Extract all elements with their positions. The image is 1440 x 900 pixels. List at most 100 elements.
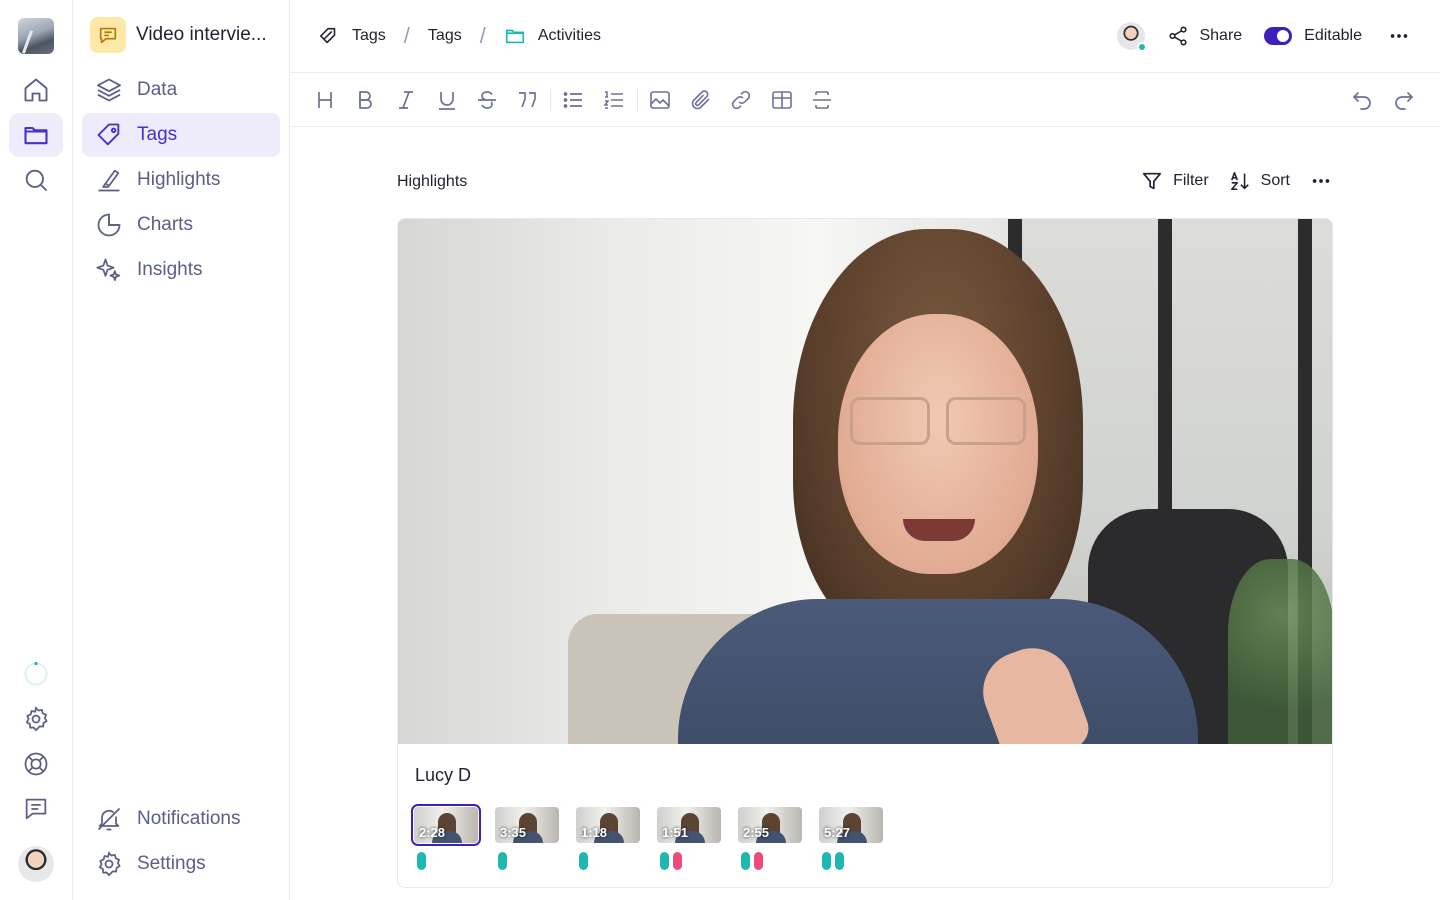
chat-icon[interactable] [9,787,63,831]
clip-thumbnail[interactable]: 1:51 [657,807,721,843]
sidebar-item-settings[interactable]: Settings [82,842,280,886]
tag-marker[interactable] [754,852,763,870]
online-status-dot [1137,42,1148,52]
share-icon [1169,26,1188,46]
share-label: Share [1199,27,1243,44]
speaker-glasses [850,397,1026,445]
clip-tags [819,852,883,870]
tag-marker[interactable] [579,852,588,870]
sort-label: Sort [1260,172,1290,189]
breadcrumb-label: Activities [537,27,601,44]
breadcrumb-separator: / [479,23,486,48]
bold-icon[interactable] [351,86,379,114]
project-header[interactable]: Video intervie... [90,17,267,53]
tag-marker[interactable] [498,852,507,870]
speaker-mouth [903,519,975,541]
share-button[interactable]: Share [1167,25,1242,47]
divider-icon[interactable] [808,86,836,114]
loading-spinner-icon [9,652,63,696]
tag-marker[interactable] [673,852,682,870]
sort-button[interactable]: Sort [1229,170,1290,192]
filter-button[interactable]: Filter [1141,170,1209,192]
sparkles-icon [96,258,121,281]
background-plant [1228,559,1332,744]
search-icon[interactable] [9,158,63,202]
lifebuoy-icon[interactable] [9,742,63,786]
tag-marker[interactable] [417,852,426,870]
quote-icon[interactable] [513,86,541,114]
clip-duration: 2:28 [419,825,446,840]
clip-thumbnail[interactable]: 5:27 [819,807,883,843]
italic-icon[interactable] [392,86,420,114]
image-icon[interactable] [646,86,674,114]
underline-icon[interactable] [433,86,461,114]
tag-marker[interactable] [822,852,831,870]
sidebar-item-label: Tags [137,124,178,145]
editor-toolbar [290,73,1440,127]
sidebar-item-label: Notifications [137,808,241,829]
table-icon[interactable] [768,86,796,114]
strikethrough-icon[interactable] [473,86,501,114]
sidebar-item-label: Highlights [137,169,221,190]
redo-icon[interactable] [1390,86,1418,114]
clip-duration: 1:18 [581,825,608,840]
sidebar-item-tags[interactable]: Tags [82,113,280,157]
user-avatar[interactable] [18,846,54,882]
clip-item[interactable]: 5:27 [819,807,883,870]
sidebar-item-insights[interactable]: Insights [82,248,280,292]
sidebar-item-data[interactable]: Data [82,68,280,112]
breadcrumb-item-activities[interactable]: Activities [504,25,601,47]
clip-item[interactable]: 2:55 [738,807,802,870]
attachment-icon[interactable] [687,86,715,114]
video-player[interactable] [398,219,1332,744]
section-more-button[interactable] [1310,170,1332,192]
folder-icon[interactable] [9,113,63,157]
clip-thumbnail[interactable]: 3:35 [495,807,559,843]
workspace-logo[interactable] [18,18,54,54]
more-horizontal-icon [1312,179,1330,183]
clip-item[interactable]: 1:51 [657,807,721,870]
gear-icon [98,851,121,877]
editable-toggle[interactable] [1264,27,1293,45]
breadcrumb-item-tags-root[interactable]: Tags [318,25,386,47]
message-icon [90,17,126,53]
heading-icon[interactable] [311,86,339,114]
clip-item[interactable]: 2:28 [411,804,481,870]
undo-icon[interactable] [1348,86,1376,114]
sort-icon [1230,171,1249,191]
breadcrumb: Tags / Tags / Activities [318,22,601,50]
sidebar-item-highlights[interactable]: Highlights [82,158,280,202]
clip-duration: 1:51 [662,825,689,840]
link-icon[interactable] [727,86,755,114]
clip-item[interactable]: 1:18 [576,807,640,870]
breadcrumb-label: Tags [427,27,462,44]
bullet-list-icon[interactable] [559,86,587,114]
breadcrumb-item-tags[interactable]: Tags [428,27,462,45]
breadcrumb-label: Tags [352,27,386,44]
clip-tags [576,852,640,870]
topbar: Tags / Tags / Activities Share Editable [290,0,1440,73]
home-icon[interactable] [9,68,63,112]
gear-icon[interactable] [9,697,63,741]
more-horizontal-icon [1390,34,1408,38]
sidebar-item-label: Insights [137,259,203,280]
clip-thumbnail[interactable]: 1:18 [576,807,640,843]
tag-marker[interactable] [660,852,669,870]
clip-thumbnail[interactable]: 2:55 [738,807,802,843]
toolbar-divider [550,89,551,111]
numbered-list-icon[interactable] [600,86,628,114]
sidebar-item-charts[interactable]: Charts [82,203,280,247]
tag-marker[interactable] [741,852,750,870]
layers-icon [97,78,121,102]
clip-tags [738,852,802,870]
highlight-actions: Filter Sort [1141,170,1332,192]
tag-icon [319,27,336,44]
sidebar: Video intervie... Data Tags Highlights C… [73,0,290,900]
clip-item[interactable]: 3:35 [495,807,559,870]
collaborator-avatar[interactable] [1117,22,1148,52]
sidebar-item-notifications[interactable]: Notifications [82,797,280,841]
sidebar-item-label: Charts [137,214,193,235]
tag-marker[interactable] [835,852,844,870]
more-options-button[interactable] [1386,23,1412,49]
clip-thumbnail[interactable]: 2:28 [411,804,481,846]
